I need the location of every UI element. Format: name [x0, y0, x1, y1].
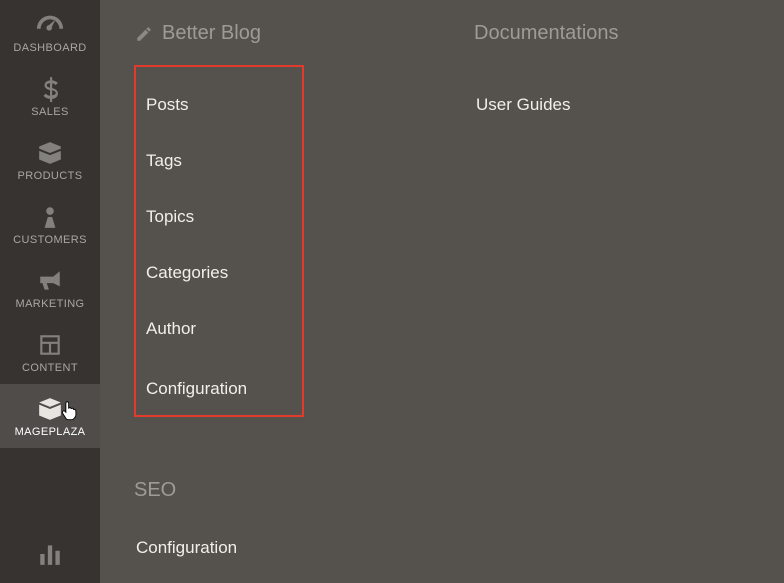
- app-root: DASHBOARD SALES PRODUCTS CUSTOMERS MARKE: [0, 0, 784, 583]
- box-icon: [34, 140, 66, 166]
- layout-icon: [34, 332, 66, 358]
- pencil-icon: [134, 24, 154, 44]
- highlight-box: Posts Tags Topics Categories Author Conf…: [134, 65, 304, 417]
- sidebar-item-products[interactable]: PRODUCTS: [0, 128, 100, 192]
- sidebar-item-sales[interactable]: SALES: [0, 64, 100, 128]
- person-icon: [34, 204, 66, 230]
- sidebar-item-mageplaza[interactable]: MAGEPLAZA: [0, 384, 100, 448]
- box-open-icon: [34, 396, 66, 422]
- sidebar-item-dashboard[interactable]: DASHBOARD: [0, 0, 100, 64]
- section-title-label: Documentations: [474, 22, 619, 45]
- sidebar-item-label: SALES: [31, 106, 68, 118]
- sidebar-item-marketing[interactable]: MARKETING: [0, 256, 100, 320]
- flyout-column-left: Better Blog Posts Tags Topics Categories…: [134, 22, 474, 583]
- section-title-better-blog: Better Blog: [134, 22, 474, 45]
- menu-link-topics[interactable]: Topics: [142, 197, 280, 253]
- sidebar-item-label: CONTENT: [22, 362, 78, 374]
- menu-link-posts[interactable]: Posts: [142, 85, 280, 141]
- sidebar-item-label: MARKETING: [16, 298, 85, 310]
- section-title-docs: Documentations: [474, 22, 766, 45]
- dollar-icon: [34, 76, 66, 102]
- menu-link-user-guides[interactable]: User Guides: [474, 65, 766, 131]
- sidebar-item-label: MAGEPLAZA: [15, 426, 86, 438]
- admin-sidebar: DASHBOARD SALES PRODUCTS CUSTOMERS MARKE: [0, 0, 100, 583]
- menu-link-author[interactable]: Author: [142, 309, 280, 365]
- sidebar-item-content[interactable]: CONTENT: [0, 320, 100, 384]
- sidebar-item-label: PRODUCTS: [18, 170, 83, 182]
- flyout-column-right: Documentations User Guides: [474, 22, 766, 583]
- menu-link-seo-configuration[interactable]: Configuration: [134, 522, 474, 574]
- section-title-label: SEO: [134, 479, 176, 502]
- menu-link-configuration[interactable]: Configuration: [142, 365, 280, 405]
- gauge-icon: [34, 12, 66, 38]
- bar-chart-icon: [34, 541, 66, 567]
- menu-link-categories[interactable]: Categories: [142, 253, 280, 309]
- section-title-seo: SEO: [134, 479, 474, 502]
- flyout-panel: Better Blog Posts Tags Topics Categories…: [100, 0, 784, 583]
- sidebar-item-customers[interactable]: CUSTOMERS: [0, 192, 100, 256]
- sidebar-item-label: DASHBOARD: [13, 42, 86, 54]
- sidebar-item-label: CUSTOMERS: [13, 234, 87, 246]
- megaphone-icon: [34, 268, 66, 294]
- sidebar-item-reports[interactable]: REPORTS: [0, 529, 100, 583]
- menu-link-tags[interactable]: Tags: [142, 141, 280, 197]
- section-seo: SEO Configuration: [134, 479, 474, 574]
- section-title-label: Better Blog: [162, 22, 261, 45]
